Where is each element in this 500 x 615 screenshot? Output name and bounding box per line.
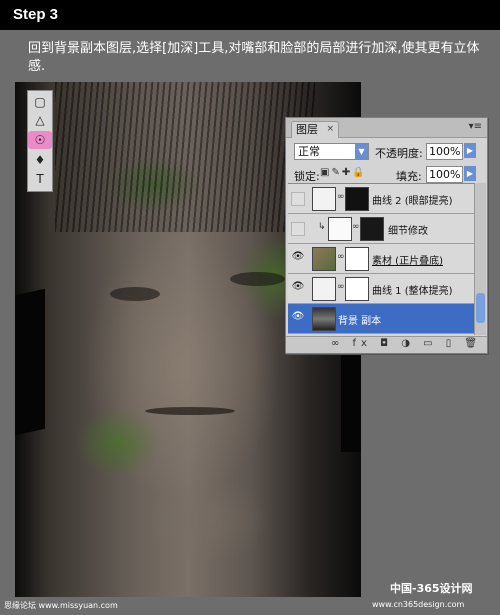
layer-row[interactable]: ↳ ∞ 细节修改 xyxy=(288,214,474,244)
layer-mask-thumbnail xyxy=(360,217,384,241)
close-icon[interactable]: × xyxy=(326,122,334,137)
tab-layers-label: 图层 xyxy=(296,123,318,136)
curves-adjustment-icon xyxy=(312,277,336,301)
layer-name: 曲线 2 (眼部提亮) xyxy=(372,196,453,207)
eye-icon[interactable]: 👁 xyxy=(291,311,305,325)
rectangle-icon[interactable]: ▢ xyxy=(28,93,52,111)
hair-texture xyxy=(55,82,315,232)
link-icon: ∞ xyxy=(337,282,345,292)
burn-tool-icon[interactable]: ☉ xyxy=(28,131,52,149)
visibility-toggle-empty[interactable] xyxy=(291,222,305,236)
panel-tab-bar: 图层 × ▾≡ xyxy=(286,118,487,138)
layer-mask-thumbnail xyxy=(345,247,369,271)
tab-layers[interactable]: 图层 × xyxy=(291,121,339,138)
opacity-input[interactable]: 100% xyxy=(426,143,463,160)
triangle-icon[interactable]: △ xyxy=(28,111,52,129)
right-eye-shadow xyxy=(230,272,285,286)
eye-icon[interactable]: 👁 xyxy=(291,281,305,295)
layer-row[interactable]: ∞ 曲线 2 (眼部提亮) xyxy=(288,184,474,214)
watermark-brand: 中国-365设计网 xyxy=(390,582,473,595)
layer-row[interactable]: 👁 ∞ 素材 (正片叠底) xyxy=(288,244,474,274)
lock-icons[interactable]: ▣✎✚🔒 xyxy=(320,167,367,178)
left-shoulder-shadow xyxy=(15,288,45,436)
layer-mask-thumbnail xyxy=(345,187,369,211)
instruction-text: 回到背景副本图层,选择[加深]工具,对嘴部和脸部的局部进行加深,使其更有立体感. xyxy=(28,41,480,74)
chevron-down-icon: ▼ xyxy=(355,144,368,159)
fill-slider-button[interactable]: ▶ xyxy=(464,166,476,181)
mouth-shadow xyxy=(145,407,235,415)
layer-name: 背景 副本 xyxy=(338,316,382,327)
layer-name: 曲线 1 (整体提亮) xyxy=(372,286,453,297)
layers-scrollbar[interactable] xyxy=(474,183,486,335)
curves-adjustment-icon xyxy=(312,187,336,211)
step-header: Step 3 xyxy=(0,0,500,30)
link-icon: ∞ xyxy=(337,252,345,262)
layer-thumbnail xyxy=(312,247,336,271)
watermark-left: 思缘论坛 www.missyuan.com xyxy=(4,601,118,610)
opacity-slider-button[interactable]: ▶ xyxy=(464,143,476,158)
scrollbar-thumb[interactable] xyxy=(476,293,485,323)
fill-label: 填充: xyxy=(396,170,422,183)
layer-thumbnail xyxy=(312,307,336,331)
layer-name: 细节修改 xyxy=(388,226,428,237)
opacity-label: 不透明度: xyxy=(375,147,423,160)
layers-list: ∞ 曲线 2 (眼部提亮) ↳ ∞ 细节修改 👁 ∞ 素材 (正片叠底) 👁 ∞ xyxy=(288,183,474,336)
eye-icon[interactable]: 👁 xyxy=(291,251,305,265)
pen-tool-icon[interactable]: ♦ xyxy=(28,151,52,169)
panel-menu-icon[interactable]: ▾≡ xyxy=(469,121,482,132)
layer-thumbnail xyxy=(328,217,352,241)
lock-label: 锁定: xyxy=(294,170,320,183)
layer-mask-thumbnail xyxy=(345,277,369,301)
layer-name: 素材 (正片叠底) xyxy=(372,256,443,267)
fill-input[interactable]: 100% xyxy=(426,166,463,183)
blend-mode-value: 正常 xyxy=(298,145,320,158)
watermark-url: www.cn365design.com xyxy=(372,600,465,609)
type-tool-icon[interactable]: T xyxy=(28,170,52,188)
visibility-toggle-empty[interactable] xyxy=(291,192,305,206)
layers-panel: 图层 × ▾≡ 正常 ▼ 不透明度: 100% ▶ 锁定: ▣✎✚🔒 填充: 1… xyxy=(285,117,488,354)
layer-action-icons[interactable]: ∞ fx ◘ ◑ ▭ ▯ 🗑 xyxy=(331,338,482,349)
layer-row-selected[interactable]: 👁 背景 副本 xyxy=(288,304,474,334)
clip-arrow-icon: ↳ xyxy=(318,222,326,232)
blend-mode-select[interactable]: 正常 ▼ xyxy=(294,143,369,160)
layer-row[interactable]: 👁 ∞ 曲线 1 (整体提亮) xyxy=(288,274,474,304)
left-eye-shadow xyxy=(110,287,160,301)
panel-footer: ∞ fx ◘ ◑ ▭ ▯ 🗑 xyxy=(286,336,487,353)
step-title: Step 3 xyxy=(13,6,59,23)
tools-panel: ▢ △ ☉ ♦ T xyxy=(27,90,53,192)
link-icon: ∞ xyxy=(337,192,345,202)
link-icon: ∞ xyxy=(352,222,360,232)
